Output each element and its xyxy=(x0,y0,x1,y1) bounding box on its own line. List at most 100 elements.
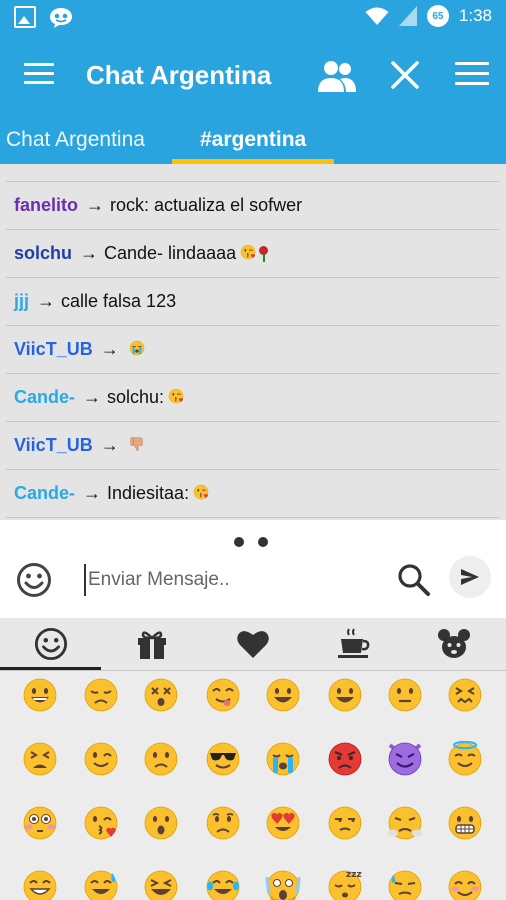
inline-emoji xyxy=(240,244,256,263)
gift-icon xyxy=(138,631,166,659)
emoji-key-innocent[interactable] xyxy=(447,740,483,777)
message-row[interactable]: ViicT_UB → xyxy=(6,421,499,469)
tab-argentina-channel[interactable]: #argentina xyxy=(200,128,306,152)
wifi-icon xyxy=(365,7,389,25)
emoji-key-sweat-smile[interactable] xyxy=(83,869,119,900)
emoji-key-blush[interactable] xyxy=(447,869,483,900)
grin-emoji xyxy=(23,870,57,900)
message-nick[interactable]: ViicT_UB xyxy=(14,339,93,360)
kiss-face-emoji xyxy=(168,388,184,404)
message-arrow: → xyxy=(100,339,119,359)
emoji-key-grinning[interactable] xyxy=(22,677,58,713)
message-arrow: → xyxy=(83,483,102,503)
tab-bar: Chat Argentina #argentina xyxy=(0,116,506,164)
overflow-menu-icon[interactable] xyxy=(455,62,489,92)
message-arrow: → xyxy=(86,195,105,215)
triumph-emoji xyxy=(388,806,422,840)
emoji-key-sunglasses[interactable] xyxy=(205,741,241,777)
message-row[interactable]: Cande- → Indiesitaa: xyxy=(6,469,499,517)
emoji-category-animals[interactable] xyxy=(434,626,474,662)
emoji-key-heart-eyes[interactable] xyxy=(265,805,301,841)
search-icon[interactable] xyxy=(396,562,432,598)
send-button[interactable] xyxy=(449,556,491,598)
emoji-category-objects[interactable] xyxy=(132,626,172,662)
message-nick[interactable]: Cande- xyxy=(14,483,75,504)
emoji-key-flushed[interactable] xyxy=(22,805,58,841)
emoji-key-wink[interactable] xyxy=(83,741,119,777)
message-row[interactable]: solchu → Cande- lindaaaa xyxy=(6,229,499,277)
emoji-key-neutral[interactable] xyxy=(387,677,423,713)
emoji-key-triumph[interactable] xyxy=(387,805,423,841)
emoji-key-sweat[interactable] xyxy=(387,869,423,900)
dizzy-emoji xyxy=(144,678,178,712)
angry-emoji xyxy=(328,742,362,776)
app-title: Chat Argentina xyxy=(86,60,272,90)
flushed-emoji xyxy=(23,806,57,840)
emoji-key-open-mouth[interactable] xyxy=(143,805,179,841)
scream-emoji xyxy=(265,870,301,900)
message-input[interactable] xyxy=(84,564,384,596)
emoji-key-kissing-heart[interactable] xyxy=(83,805,119,841)
emoji-category-smileys[interactable] xyxy=(31,626,71,662)
animal-icon xyxy=(438,629,470,658)
message-nick[interactable]: solchu xyxy=(14,243,72,264)
message-row[interactable]: fanelito → rock: actualiza el sofwer xyxy=(6,181,499,229)
emoji-key-disappointed[interactable] xyxy=(83,677,119,713)
emoji-key-dizzy[interactable] xyxy=(143,677,179,713)
gallery-notification-icon xyxy=(14,6,36,28)
emoji-key-unamused[interactable] xyxy=(327,805,363,841)
unamused-emoji xyxy=(328,806,362,840)
message-arrow: → xyxy=(100,435,119,455)
message-row[interactable]: jjj → calle falsa 123 xyxy=(6,277,499,325)
joy-emoji xyxy=(206,870,240,900)
emoji-key-smiley[interactable] xyxy=(327,677,363,713)
message-text: solchu: xyxy=(107,387,165,407)
message-nick[interactable]: jjj xyxy=(14,291,29,312)
emoji-key-yum[interactable] xyxy=(205,677,241,713)
emoji-key-sleeping[interactable]: zzz xyxy=(327,869,363,900)
grimacing-emoji xyxy=(448,806,482,840)
app-bar: Chat Argentina xyxy=(0,36,506,116)
emoji-key-grin[interactable] xyxy=(22,869,58,900)
innocent-emoji xyxy=(448,740,482,776)
emoji-key-confounded[interactable] xyxy=(447,677,483,713)
sweat-emoji xyxy=(388,870,422,900)
emoji-key-scream[interactable] xyxy=(265,869,301,900)
message-arrow: → xyxy=(37,291,56,311)
message-row[interactable]: Cande- → solchu: xyxy=(6,373,499,421)
users-icon[interactable] xyxy=(316,58,358,94)
emoji-key-worried[interactable] xyxy=(205,805,241,841)
crying-face-emoji xyxy=(129,340,144,356)
emoji-key-grimacing[interactable] xyxy=(447,805,483,841)
emoji-key-crying[interactable] xyxy=(265,741,301,777)
page-indicator-dots xyxy=(234,537,268,547)
emoji-key-joy[interactable] xyxy=(205,869,241,900)
battery-badge: 65 xyxy=(426,5,449,27)
kissing-heart-emoji xyxy=(84,806,118,840)
message-row[interactable]: ViicT_UB → xyxy=(6,325,499,373)
message-nick[interactable]: Cande- xyxy=(14,387,75,408)
worried-emoji xyxy=(206,806,240,840)
tab-chat-argentina[interactable]: Chat Argentina xyxy=(6,128,145,152)
emoji-toggle-icon[interactable] xyxy=(16,562,52,598)
emoji-key-angry[interactable] xyxy=(327,741,363,777)
emoji-category-symbols[interactable] xyxy=(233,626,273,662)
persevere-emoji xyxy=(23,742,57,776)
message-nick[interactable]: ViicT_UB xyxy=(14,435,93,456)
emoji-grid: zzz xyxy=(0,671,506,900)
emoji-key-laughing[interactable] xyxy=(143,869,179,900)
message-nick[interactable]: fanelito xyxy=(14,195,78,216)
emoji-category-food[interactable] xyxy=(334,626,374,662)
sweat-smile-emoji xyxy=(84,870,118,900)
emoji-key-smiley[interactable] xyxy=(265,677,301,713)
emoji-key-persevere[interactable] xyxy=(22,741,58,777)
divider xyxy=(6,517,499,518)
menu-icon[interactable] xyxy=(24,63,54,85)
status-time: 1:38 xyxy=(458,6,492,25)
message-text: calle falsa 123 xyxy=(61,291,177,311)
inline-emoji xyxy=(168,388,184,407)
crying-emoji xyxy=(266,742,300,776)
emoji-key-imp[interactable] xyxy=(387,741,423,777)
emoji-key-frowning[interactable] xyxy=(143,741,179,777)
close-icon[interactable] xyxy=(388,58,422,92)
